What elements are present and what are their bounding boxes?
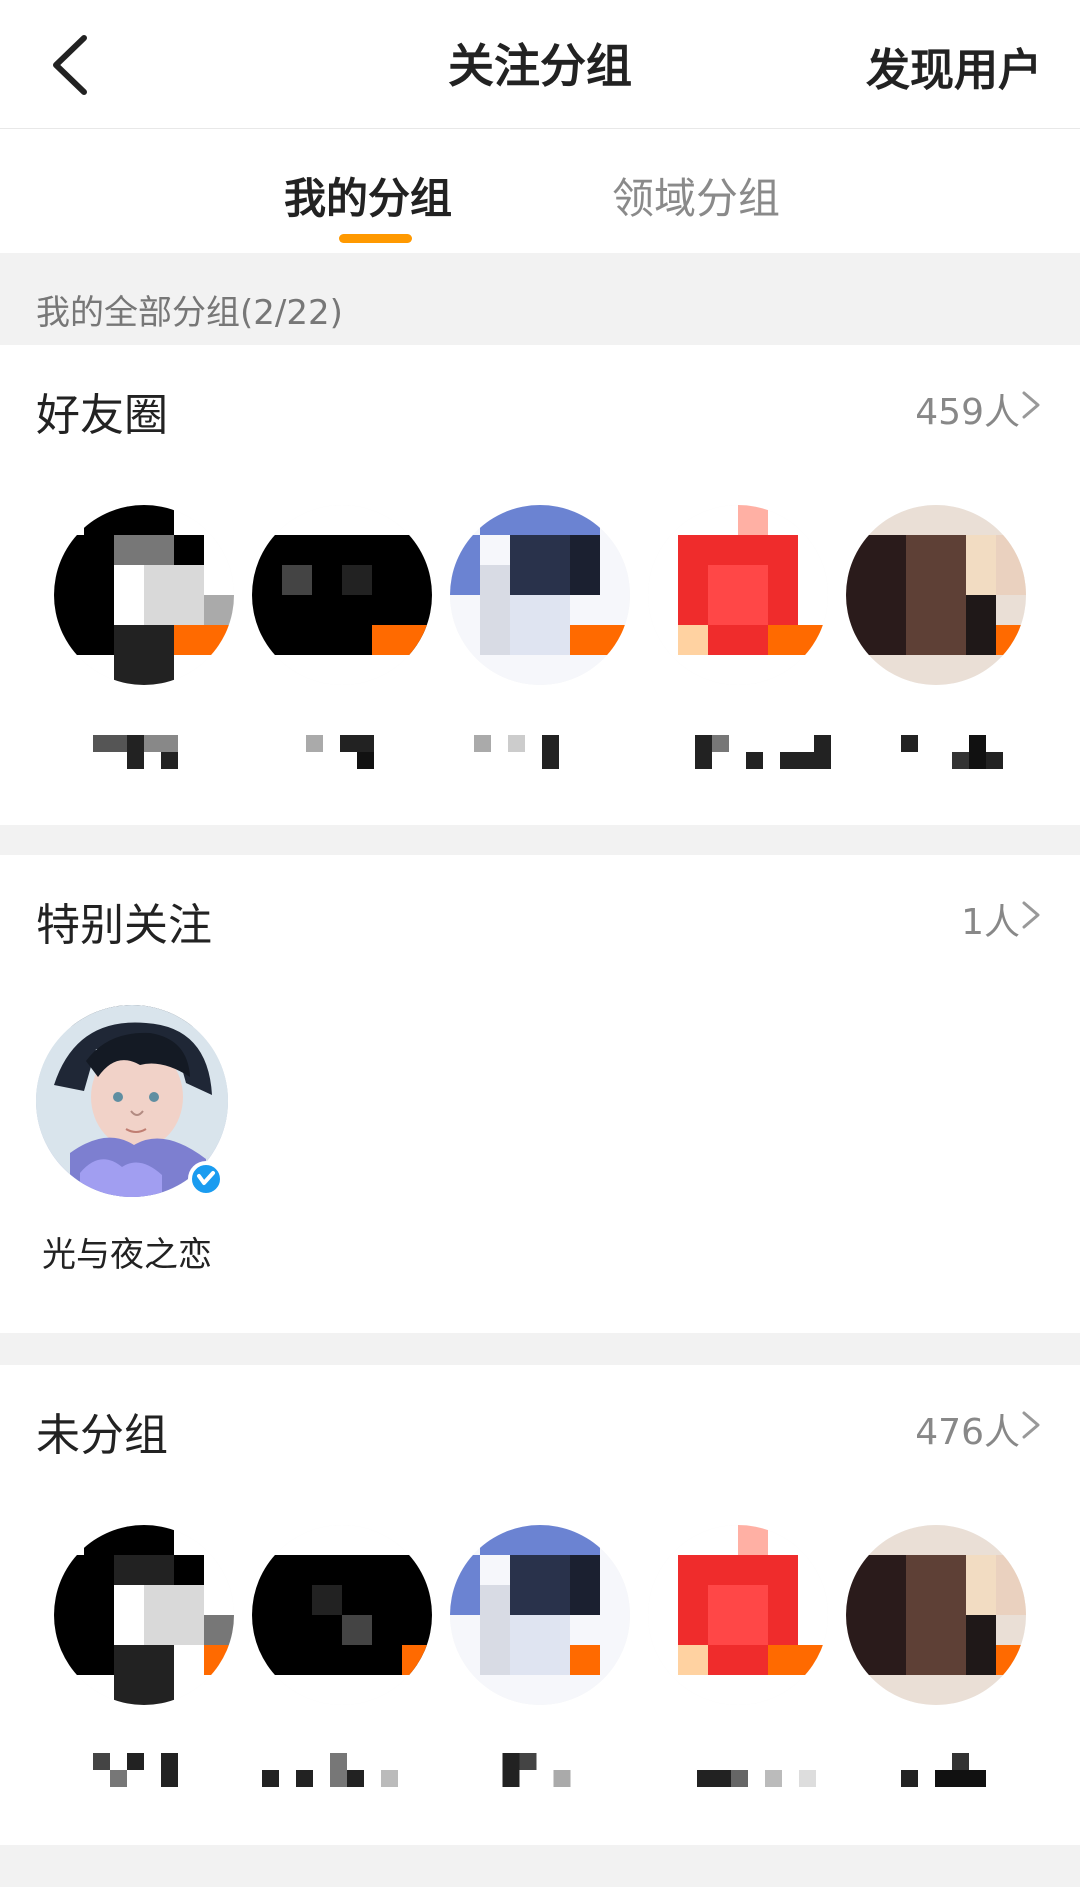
chevron-left-icon <box>53 35 87 95</box>
pixelated-name <box>697 1753 833 1787</box>
discover-users-button[interactable]: 发现用户 <box>866 34 1042 98</box>
member-name: 光与夜之恋 <box>42 1235 212 1275</box>
pixelated-name <box>901 735 1003 769</box>
back-button[interactable] <box>24 20 114 110</box>
chevron-right-icon <box>1022 1411 1040 1439</box>
pixelated-avatar-image <box>648 505 828 685</box>
member-avatar[interactable] <box>846 505 1026 685</box>
obscured-member-name <box>458 1753 598 1787</box>
pixelated-avatar-image <box>252 1525 432 1705</box>
obscured-member-name <box>892 735 1012 769</box>
chevron-right-icon <box>1022 901 1040 929</box>
obscured-member-name <box>678 735 848 769</box>
top-navigation-bar: 关注分组 发现用户 <box>0 0 1080 129</box>
group-tabs: 我的分组 领域分组 <box>0 129 1080 253</box>
pixelated-name <box>262 1753 398 1787</box>
groups-summary-label: 我的全部分组(2/22) <box>36 293 343 333</box>
member-avatar[interactable] <box>252 505 432 685</box>
pixelated-name <box>289 735 391 769</box>
member-avatar[interactable] <box>252 1525 432 1705</box>
tab-domain-groups[interactable]: 领域分组 <box>612 165 780 226</box>
pixelated-name <box>901 1753 1003 1787</box>
obscured-member-name <box>280 735 400 769</box>
pixelated-avatar-image <box>846 505 1026 685</box>
verified-check-icon <box>197 1171 215 1185</box>
obscured-member-name <box>84 735 204 769</box>
pixelated-avatar-image <box>648 1525 828 1705</box>
pixelated-name <box>695 735 831 769</box>
group-card-friends[interactable]: 好友圈 459人 <box>0 345 1080 825</box>
member-avatar[interactable] <box>450 1525 630 1705</box>
pixelated-name <box>93 735 195 769</box>
pixelated-name <box>468 1753 588 1787</box>
chevron-right-icon <box>1022 391 1040 419</box>
member-avatar[interactable] <box>54 505 234 685</box>
verified-badge-icon <box>188 1161 224 1197</box>
group-card-special-follow[interactable]: 特别关注 1人 光与夜之恋 <box>0 855 1080 1333</box>
active-tab-indicator <box>339 234 412 243</box>
pixelated-name <box>93 1753 195 1787</box>
pixelated-avatar-image <box>54 505 234 685</box>
pixelated-avatar-image <box>846 1525 1026 1705</box>
member-avatar[interactable] <box>648 505 828 685</box>
pixelated-avatar-image <box>252 505 432 685</box>
group-title: 好友圈 <box>36 390 168 441</box>
pixelated-avatar-image <box>450 1525 630 1705</box>
pixelated-avatar-image <box>54 1525 234 1705</box>
group-member-count: 459人 <box>915 392 1020 433</box>
group-member-count: 476人 <box>915 1412 1020 1453</box>
member-avatar[interactable] <box>648 1525 828 1705</box>
group-title: 特别关注 <box>36 900 212 951</box>
pixelated-avatar-image <box>450 505 630 685</box>
obscured-member-name <box>84 1753 204 1787</box>
obscured-member-name <box>250 1753 410 1787</box>
obscured-member-name <box>892 1753 1012 1787</box>
group-title: 未分组 <box>36 1410 168 1461</box>
member-avatar[interactable] <box>54 1525 234 1705</box>
group-member-count: 1人 <box>961 902 1020 943</box>
pixelated-name <box>474 735 576 769</box>
group-card-ungrouped[interactable]: 未分组 476人 <box>0 1365 1080 1845</box>
obscured-member-name <box>460 735 590 769</box>
tab-my-groups[interactable]: 我的分组 <box>284 165 452 226</box>
member-avatar[interactable] <box>846 1525 1026 1705</box>
member-avatar[interactable] <box>450 505 630 685</box>
obscured-member-name <box>680 1753 850 1787</box>
